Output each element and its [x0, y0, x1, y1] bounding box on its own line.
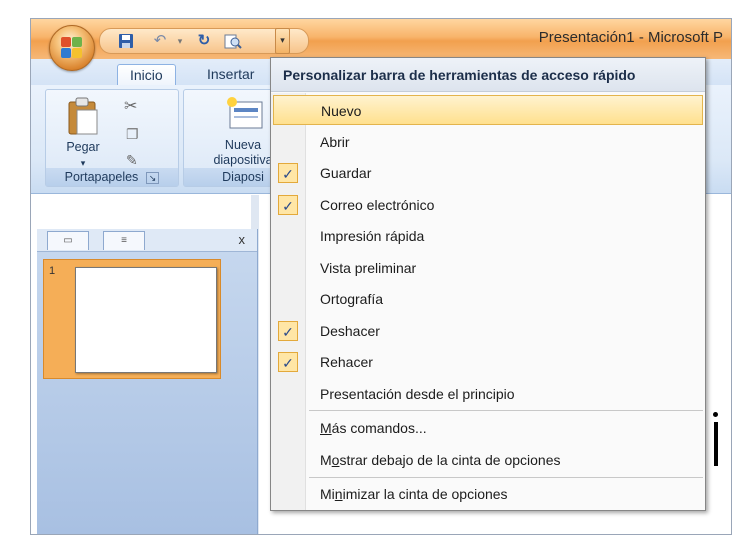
slide-thumbnail[interactable]	[75, 267, 217, 373]
slides-panel: ▭ ≡ x 1	[37, 229, 258, 534]
menu-item-deshacer[interactable]: ✓ Deshacer	[271, 316, 705, 346]
menu-item-minimizar-cinta[interactable]: Minimizar la cinta de opciones	[271, 479, 705, 509]
menu-item-label: Minimizar la cinta de opciones	[320, 486, 508, 502]
panel-tabs: ▭ ≡ x	[37, 229, 257, 252]
redo-icon[interactable]: ↻	[196, 33, 212, 49]
check-icon: ✓	[278, 163, 298, 183]
paste-label: Pegar	[66, 140, 100, 154]
customize-qat-dropdown-button[interactable]: ▾	[275, 28, 290, 54]
menu-item-label: Impresión rápida	[320, 228, 425, 244]
menu-item-vista-preliminar[interactable]: Vista preliminar	[271, 253, 705, 283]
menu-item-abrir[interactable]: Abrir	[271, 127, 705, 157]
check-icon: ✓	[278, 352, 298, 372]
cut-icon[interactable]: ✂	[124, 96, 137, 116]
menu-item-label: Vista preliminar	[320, 260, 417, 276]
menu-separator	[309, 410, 703, 411]
outline-tab-icon[interactable]: ≡	[103, 231, 145, 250]
print-preview-icon[interactable]	[224, 33, 242, 49]
format-painter-icon[interactable]: ✎	[126, 152, 138, 169]
paste-icon	[68, 97, 98, 135]
new-slide-icon	[227, 97, 263, 129]
copy-icon[interactable]: ❐	[126, 126, 139, 143]
menu-item-label: Más comandos...	[320, 420, 427, 436]
menu-item-presentacion-principio[interactable]: Presentación desde el principio	[271, 379, 705, 409]
undo-dropdown-icon[interactable]: ▾	[172, 33, 188, 49]
clipboard-group-label: Portapapeles ↘	[46, 168, 178, 186]
menu-item-label: Nuevo	[321, 103, 362, 119]
text-cursor-bar	[714, 422, 718, 466]
menu-item-label: Deshacer	[320, 323, 380, 339]
menu-item-label: Correo electrónico	[320, 197, 435, 213]
customize-qat-menu: Personalizar barra de herramientas de ac…	[270, 57, 706, 511]
tab-inicio[interactable]: Inicio	[117, 64, 176, 86]
menu-item-mas-comandos[interactable]: Más comandos...	[271, 413, 705, 443]
menu-item-correo[interactable]: ✓ Correo electrónico	[271, 190, 705, 220]
save-icon[interactable]	[118, 33, 134, 49]
menu-item-rehacer[interactable]: ✓ Rehacer	[271, 347, 705, 377]
menu-item-nuevo[interactable]: Nuevo	[273, 95, 703, 125]
menu-header: Personalizar barra de herramientas de ac…	[271, 58, 705, 92]
tab-insertar[interactable]: Insertar	[195, 64, 266, 85]
menu-item-label: Ortografía	[320, 291, 384, 307]
menu-item-label: Rehacer	[320, 354, 373, 370]
undo-icon[interactable]: ↶	[152, 33, 168, 49]
menu-item-mostrar-debajo[interactable]: Mostrar debajo de la cinta de opciones	[271, 445, 705, 475]
clipboard-group: Pegar ▾ ✂ ❐ ✎ Portapapeles ↘	[45, 89, 179, 187]
window-title: Presentación1 - Microsoft P	[538, 29, 723, 46]
close-panel-icon[interactable]: x	[239, 232, 246, 247]
menu-item-label: Guardar	[320, 165, 372, 181]
menu-item-label: Abrir	[320, 134, 350, 150]
paste-button[interactable]: Pegar ▾	[54, 94, 112, 168]
office-button[interactable]	[49, 25, 95, 71]
check-icon: ✓	[278, 321, 298, 341]
menu-item-label: Mostrar debajo de la cinta de opciones	[320, 452, 561, 468]
text-dot	[713, 412, 718, 417]
menu-separator	[309, 477, 703, 478]
menu-item-ortografia[interactable]: Ortografía	[271, 284, 705, 314]
dialog-launcher-icon[interactable]: ↘	[145, 172, 160, 184]
check-icon: ✓	[278, 195, 298, 215]
menu-item-guardar[interactable]: ✓ Guardar	[271, 158, 705, 188]
slide-number: 1	[49, 265, 56, 277]
menu-item-label: Presentación desde el principio	[320, 386, 515, 402]
menu-item-impresion-rapida[interactable]: Impresión rápida	[271, 221, 705, 251]
slides-tab-icon[interactable]: ▭	[47, 231, 89, 250]
office-logo-icon	[61, 37, 83, 59]
clipboard-group-name: Portapapeles	[64, 170, 139, 184]
